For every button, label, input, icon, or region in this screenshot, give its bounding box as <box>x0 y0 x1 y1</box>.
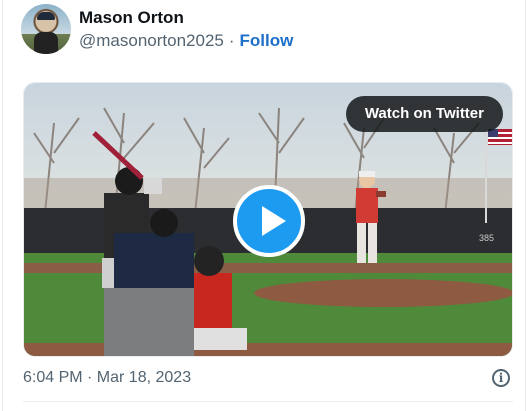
author-name[interactable]: Mason Orton <box>79 8 184 28</box>
author-handle-row: @masonorton2025 · Follow <box>79 31 293 51</box>
separator-dot: · <box>228 31 235 50</box>
avatar-shirt <box>34 32 58 54</box>
wall-number: 385 <box>479 233 494 243</box>
play-icon[interactable] <box>233 185 305 257</box>
avatar-cap <box>37 12 55 20</box>
tweet-timestamp[interactable]: 6:04 PM · Mar 18, 2023 <box>23 369 191 387</box>
follow-button[interactable]: Follow <box>240 31 294 50</box>
divider <box>23 401 513 402</box>
tweet-embed-card: Mason Orton @masonorton2025 · Follow 385… <box>2 0 526 411</box>
info-icon[interactable]: i <box>492 369 510 387</box>
video-thumbnail[interactable]: 385 Watch on Twitter <box>23 82 513 357</box>
watch-on-twitter-button[interactable]: Watch on Twitter <box>345 96 503 132</box>
avatar[interactable] <box>21 4 71 54</box>
author-handle[interactable]: @masonorton2025 <box>79 31 224 50</box>
